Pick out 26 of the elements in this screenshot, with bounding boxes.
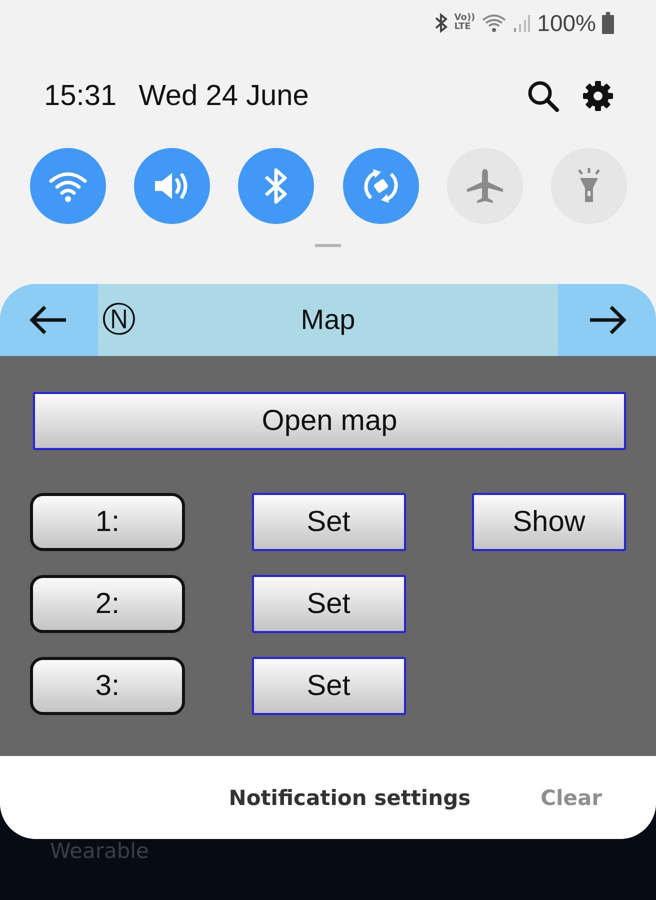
signal-icon — [513, 13, 532, 33]
settings-icon[interactable] — [582, 80, 614, 112]
slot-button[interactable]: 2: — [30, 575, 185, 633]
set-button[interactable]: Set — [252, 575, 406, 633]
set-button[interactable]: Set — [252, 493, 406, 551]
show-button[interactable]: Show — [472, 493, 626, 551]
slot-button[interactable]: 1: — [30, 493, 185, 551]
search-icon[interactable] — [526, 79, 560, 113]
bluetooth-icon — [434, 13, 448, 33]
notification-settings-link[interactable]: Notification settings — [228, 786, 471, 810]
left-arrow-icon — [29, 304, 69, 336]
set-button[interactable]: Set — [252, 657, 406, 715]
app-icon: Ⓝ — [102, 303, 136, 337]
right-arrow-icon — [587, 304, 627, 336]
open-map-button[interactable]: Open map — [33, 392, 626, 450]
wifi-icon — [48, 169, 88, 203]
battery-level: 100% — [537, 10, 596, 36]
wifi-icon — [481, 13, 508, 33]
airplane-icon — [464, 166, 505, 206]
clock-time: 15:31 — [44, 80, 117, 112]
slot-button[interactable]: 3: — [30, 657, 185, 715]
volte-indicator: Vo)) LTE — [454, 14, 476, 32]
drag-handle[interactable] — [315, 244, 341, 247]
battery-icon — [602, 12, 614, 34]
notification-title: Map — [300, 304, 356, 336]
date-text: Wed 24 June — [138, 80, 309, 112]
